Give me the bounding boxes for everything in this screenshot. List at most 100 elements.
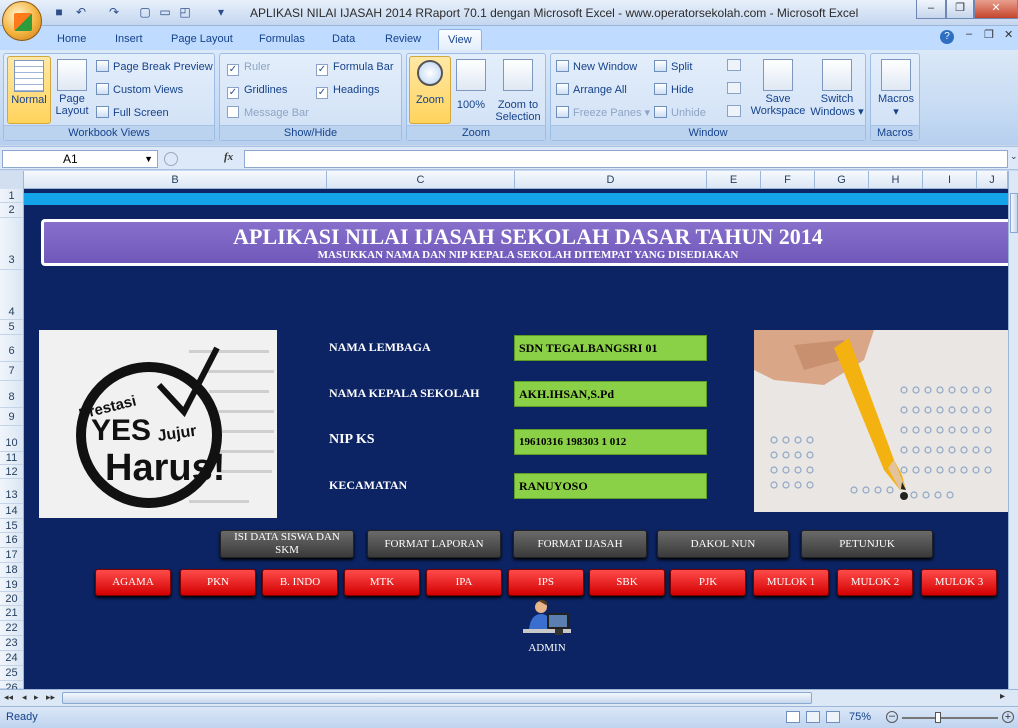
pkn-button[interactable]: PKN (180, 569, 256, 596)
format-ijasah-button[interactable]: FORMAT IJASAH (513, 530, 647, 558)
pjk-button[interactable]: PJK (670, 569, 746, 596)
row-header[interactable]: 9 (0, 408, 23, 426)
tab-view[interactable]: View (438, 29, 482, 50)
row-header[interactable]: 2 (0, 203, 23, 218)
gridlines-checkbox[interactable]: ✓ Gridlines (227, 81, 287, 99)
macros-button[interactable]: Macros ▾ (874, 56, 918, 124)
row-header[interactable]: 25 (0, 666, 23, 681)
view-side-by-side-icon[interactable] (727, 59, 741, 71)
help-icon[interactable]: ? (940, 30, 954, 44)
tab-review[interactable]: Review (376, 29, 430, 50)
worksheet[interactable]: APLIKASI NILAI IJASAH SEKOLAH DASAR TAHU… (24, 189, 1008, 689)
save-icon[interactable]: ■ (52, 5, 66, 19)
row-header[interactable]: 5 (0, 320, 23, 335)
field-nip-ks[interactable]: 19610316 198303 1 012 (514, 429, 707, 455)
field-kecamatan[interactable]: RANUYOSO (514, 473, 707, 499)
page-break-preview-button[interactable]: Page Break Preview (96, 58, 213, 76)
ipa-button[interactable]: IPA (426, 569, 502, 596)
mulok-2-button[interactable]: MULOK 2 (837, 569, 913, 596)
agama-button[interactable]: AGAMA (95, 569, 171, 596)
row-header[interactable]: 1 (0, 189, 23, 203)
row-header[interactable]: 13 (0, 479, 23, 504)
mtk-button[interactable]: MTK (344, 569, 420, 596)
row-header[interactable]: 23 (0, 636, 23, 651)
dropdown-arrow-icon[interactable]: ▼ (144, 151, 153, 167)
row-header[interactable]: 26 (0, 681, 23, 694)
insert-function-icon[interactable]: fx (224, 151, 233, 163)
last-sheet-icon[interactable]: ▸▸ (46, 692, 55, 703)
tab-insert[interactable]: Insert (106, 29, 152, 50)
column-header-c[interactable]: C (327, 171, 515, 189)
row-header[interactable]: 10 (0, 426, 23, 452)
workbook-minimize-icon[interactable]: – (966, 28, 972, 40)
unhide-button[interactable]: Unhide (654, 104, 706, 122)
row-header[interactable]: 8 (0, 381, 23, 408)
column-header-g[interactable]: G (815, 171, 869, 189)
dakol-nun-button[interactable]: DAKOL NUN (657, 530, 789, 558)
zoom-100-button[interactable]: 100% (454, 56, 488, 124)
undo-icon[interactable]: ↶ (74, 5, 88, 19)
row-header[interactable]: 19 (0, 578, 23, 592)
row-header[interactable]: 15 (0, 519, 23, 533)
zoom-to-selection-button[interactable]: Zoom to Selection (492, 56, 544, 124)
column-header-i[interactable]: I (923, 171, 977, 189)
select-all-corner[interactable] (0, 171, 24, 189)
normal-view-status-icon[interactable] (786, 711, 800, 723)
row-header[interactable]: 16 (0, 533, 23, 548)
restore-button[interactable]: ❐ (946, 0, 974, 19)
arrange-all-button[interactable]: Arrange All (556, 81, 627, 99)
office-button[interactable] (2, 1, 42, 41)
row-header[interactable]: 4 (0, 270, 23, 320)
custom-views-button[interactable]: Custom Views (96, 81, 183, 99)
field-nama-kepala-sekolah[interactable]: AKH.IHSAN,S.Pd (514, 381, 707, 407)
name-box[interactable]: A1 ▼ (2, 150, 158, 168)
open-folder-icon[interactable]: ▭ (158, 5, 172, 19)
row-header[interactable]: 24 (0, 651, 23, 666)
full-screen-button[interactable]: Full Screen (96, 104, 169, 122)
row-header[interactable]: 21 (0, 606, 23, 621)
next-sheet-icon[interactable]: ▸ (34, 692, 39, 703)
row-header[interactable]: 7 (0, 362, 23, 381)
prev-sheet-icon[interactable]: ◂ (22, 692, 27, 703)
vertical-scroll-thumb[interactable] (1010, 193, 1018, 233)
redo-icon[interactable]: ↷ (107, 5, 121, 19)
first-sheet-icon[interactable]: ◂◂ (4, 692, 13, 703)
page-layout-view-button[interactable]: Page Layout (52, 56, 92, 124)
row-header[interactable]: 11 (0, 452, 23, 465)
column-header-j[interactable]: J (977, 171, 1008, 189)
ips-button[interactable]: IPS (508, 569, 584, 596)
zoom-level[interactable]: 75% (849, 711, 871, 723)
scroll-right-icon[interactable]: ▸ (1000, 691, 1005, 702)
new-window-button[interactable]: New Window (556, 58, 637, 76)
horizontal-scroll-thumb[interactable] (62, 692, 812, 704)
sbk-button[interactable]: SBK (589, 569, 665, 596)
row-header[interactable]: 20 (0, 592, 23, 606)
tab-data[interactable]: Data (323, 29, 364, 50)
workbook-restore-icon[interactable]: ❐ (984, 28, 994, 41)
customize-qat-icon[interactable]: ▾ (214, 5, 228, 19)
normal-view-button[interactable]: Normal (7, 56, 51, 124)
formula-bar-checkbox[interactable]: ✓ Formula Bar (316, 58, 394, 76)
zoom-slider[interactable] (902, 717, 998, 719)
freeze-panes-button[interactable]: Freeze Panes ▾ (556, 104, 650, 122)
row-header[interactable]: 3 (0, 218, 23, 270)
tab-formulas[interactable]: Formulas (250, 29, 314, 50)
row-header[interactable]: 17 (0, 548, 23, 563)
row-header[interactable]: 12 (0, 465, 23, 479)
zoom-button[interactable]: Zoom (409, 56, 451, 124)
save-workspace-button[interactable]: Save Workspace (749, 56, 807, 124)
workbook-close-icon[interactable]: ✕ (1004, 28, 1013, 41)
petunjuk-button[interactable]: PETUNJUK (801, 530, 933, 558)
admin-button[interactable]: ADMIN (519, 599, 575, 654)
column-header-f[interactable]: F (761, 171, 815, 189)
minimize-button[interactable]: – (916, 0, 946, 19)
formula-expand-icon[interactable] (164, 152, 178, 166)
tab-page-layout[interactable]: Page Layout (162, 29, 242, 50)
switch-windows-button[interactable]: Switch Windows ▾ (809, 56, 865, 124)
print-preview-icon[interactable]: ◰ (178, 5, 192, 19)
field-nama-lembaga[interactable]: SDN TEGALBANGSRI 01 (514, 335, 707, 361)
mulok-1-button[interactable]: MULOK 1 (753, 569, 829, 596)
ruler-checkbox[interactable]: ✓ Ruler (227, 58, 270, 76)
tab-home[interactable]: Home (48, 29, 95, 50)
formula-input[interactable] (244, 150, 1008, 168)
